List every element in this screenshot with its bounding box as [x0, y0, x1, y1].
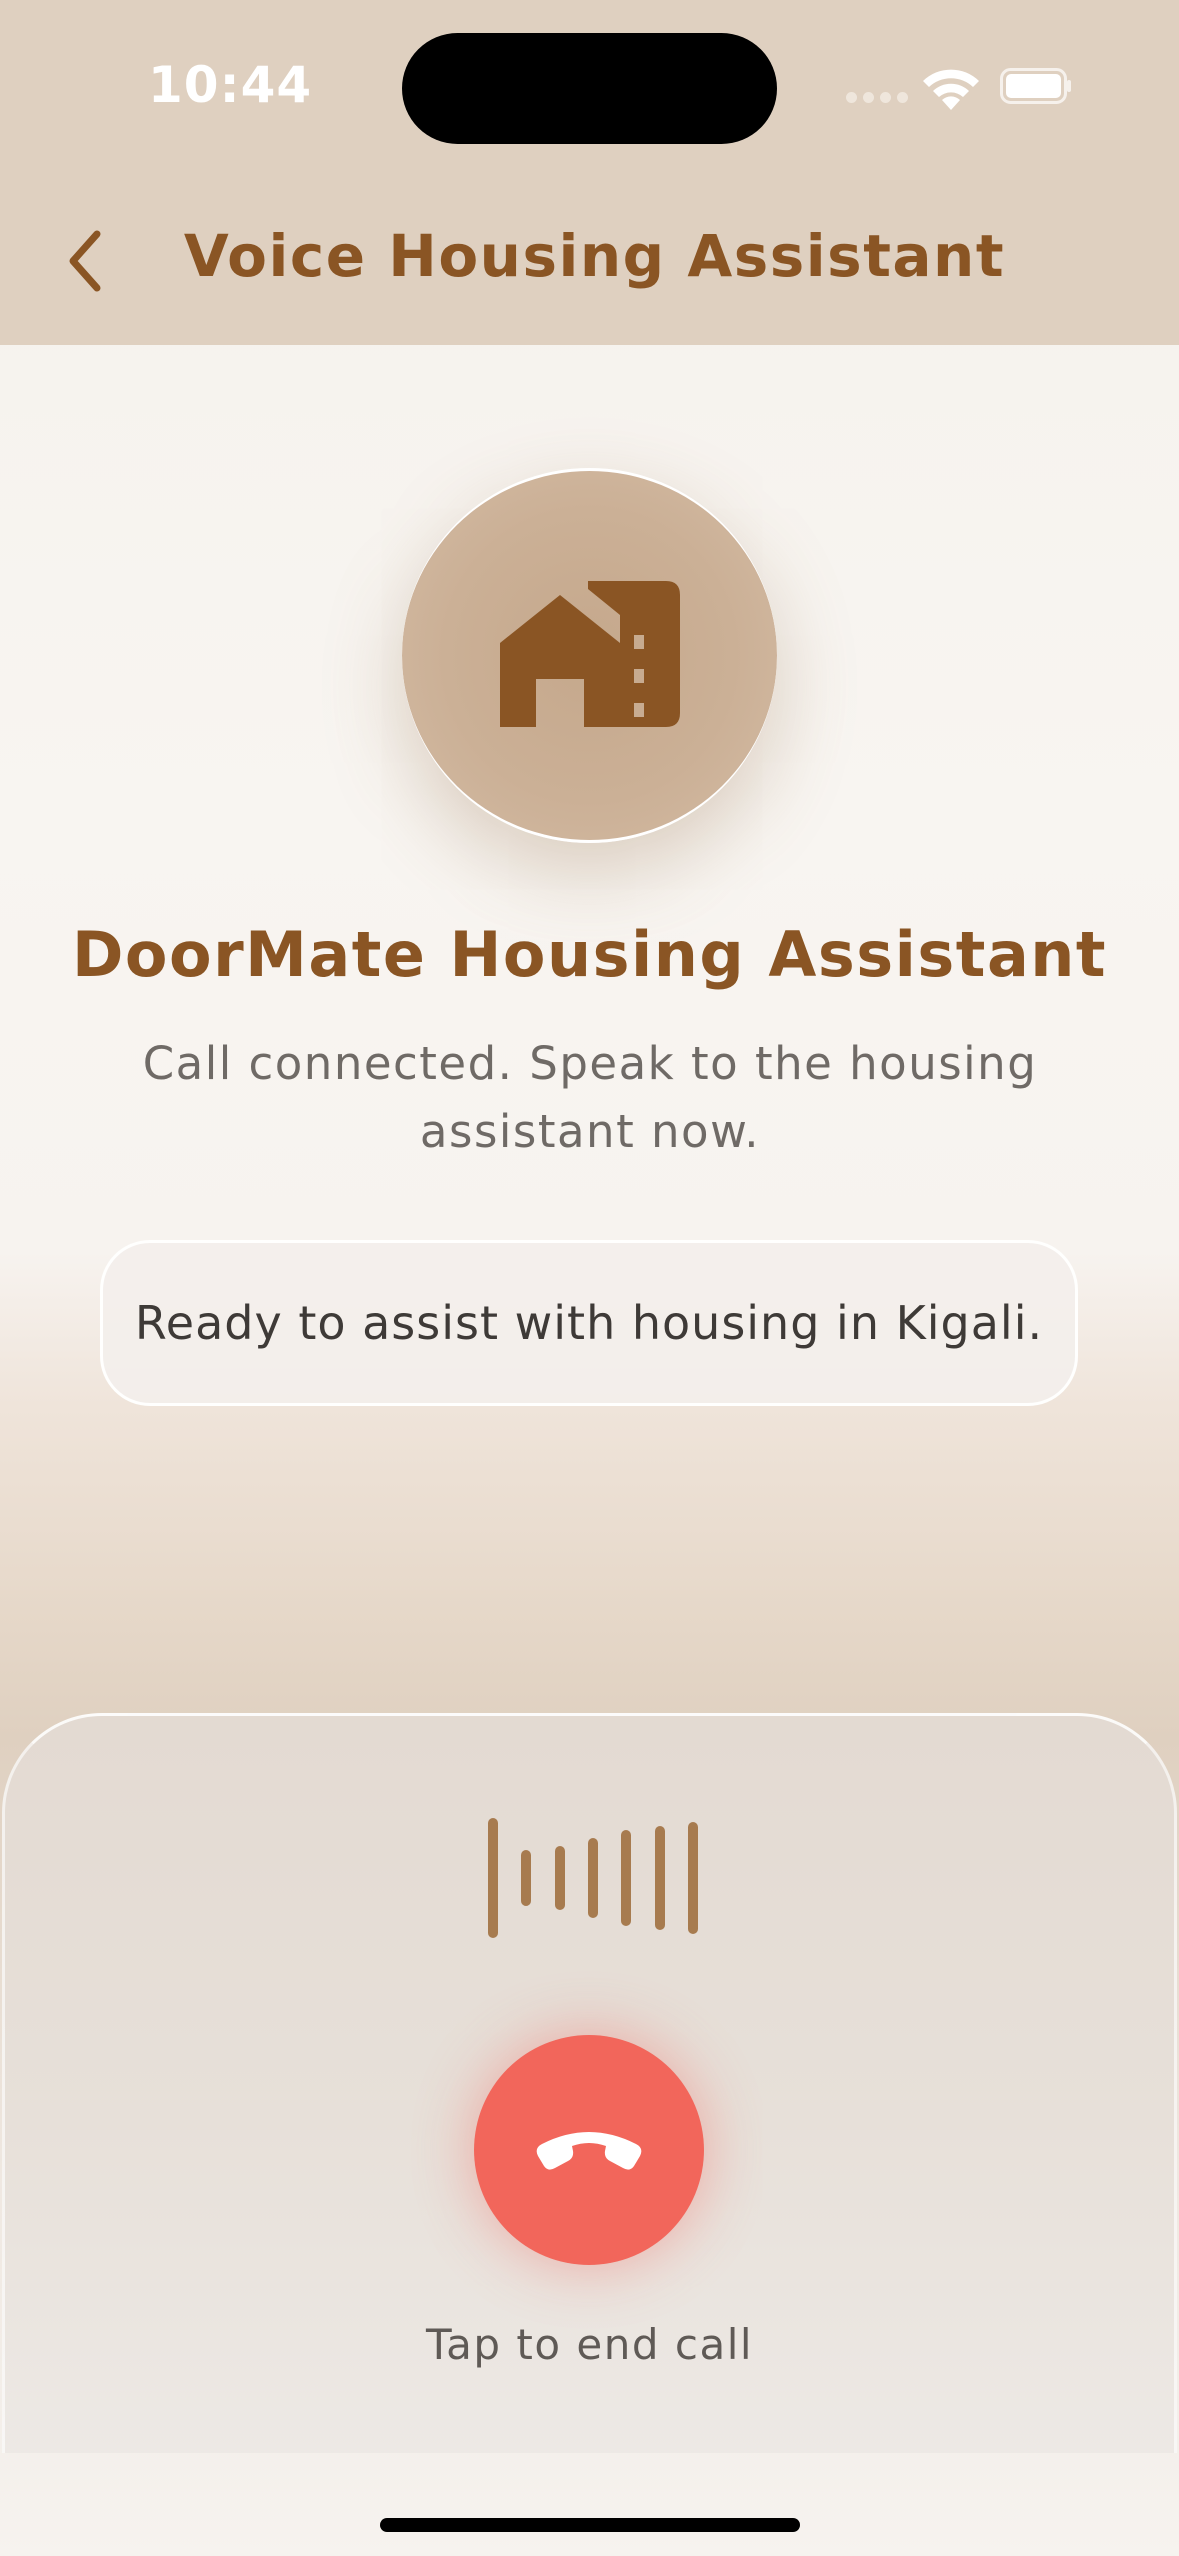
end-call-button[interactable] [474, 2035, 704, 2265]
house-building-icon [499, 580, 680, 727]
page-title: Voice Housing Assistant [183, 222, 1006, 290]
home-indicator[interactable] [380, 2518, 800, 2532]
end-call-hint: Tap to end call [425, 2320, 754, 2369]
call-status: Call connected. Speak to the housing ass… [142, 1037, 1038, 1158]
status-time: 10:44 [148, 56, 313, 114]
dynamic-island [402, 33, 777, 144]
assistant-message-text: Ready to assist with housing in Kigali. [134, 1296, 1044, 1350]
assistant-name: DoorMate Housing Assistant [71, 918, 1108, 991]
signal-icon [846, 92, 908, 103]
wifi-icon [923, 69, 979, 110]
battery-icon [1000, 68, 1071, 104]
assistant-message-card: Ready to assist with housing in Kigali. [100, 1240, 1078, 1406]
waveform-icon [488, 1815, 698, 1940]
phone-hangup-icon [536, 2132, 642, 2170]
assistant-avatar [402, 468, 777, 843]
